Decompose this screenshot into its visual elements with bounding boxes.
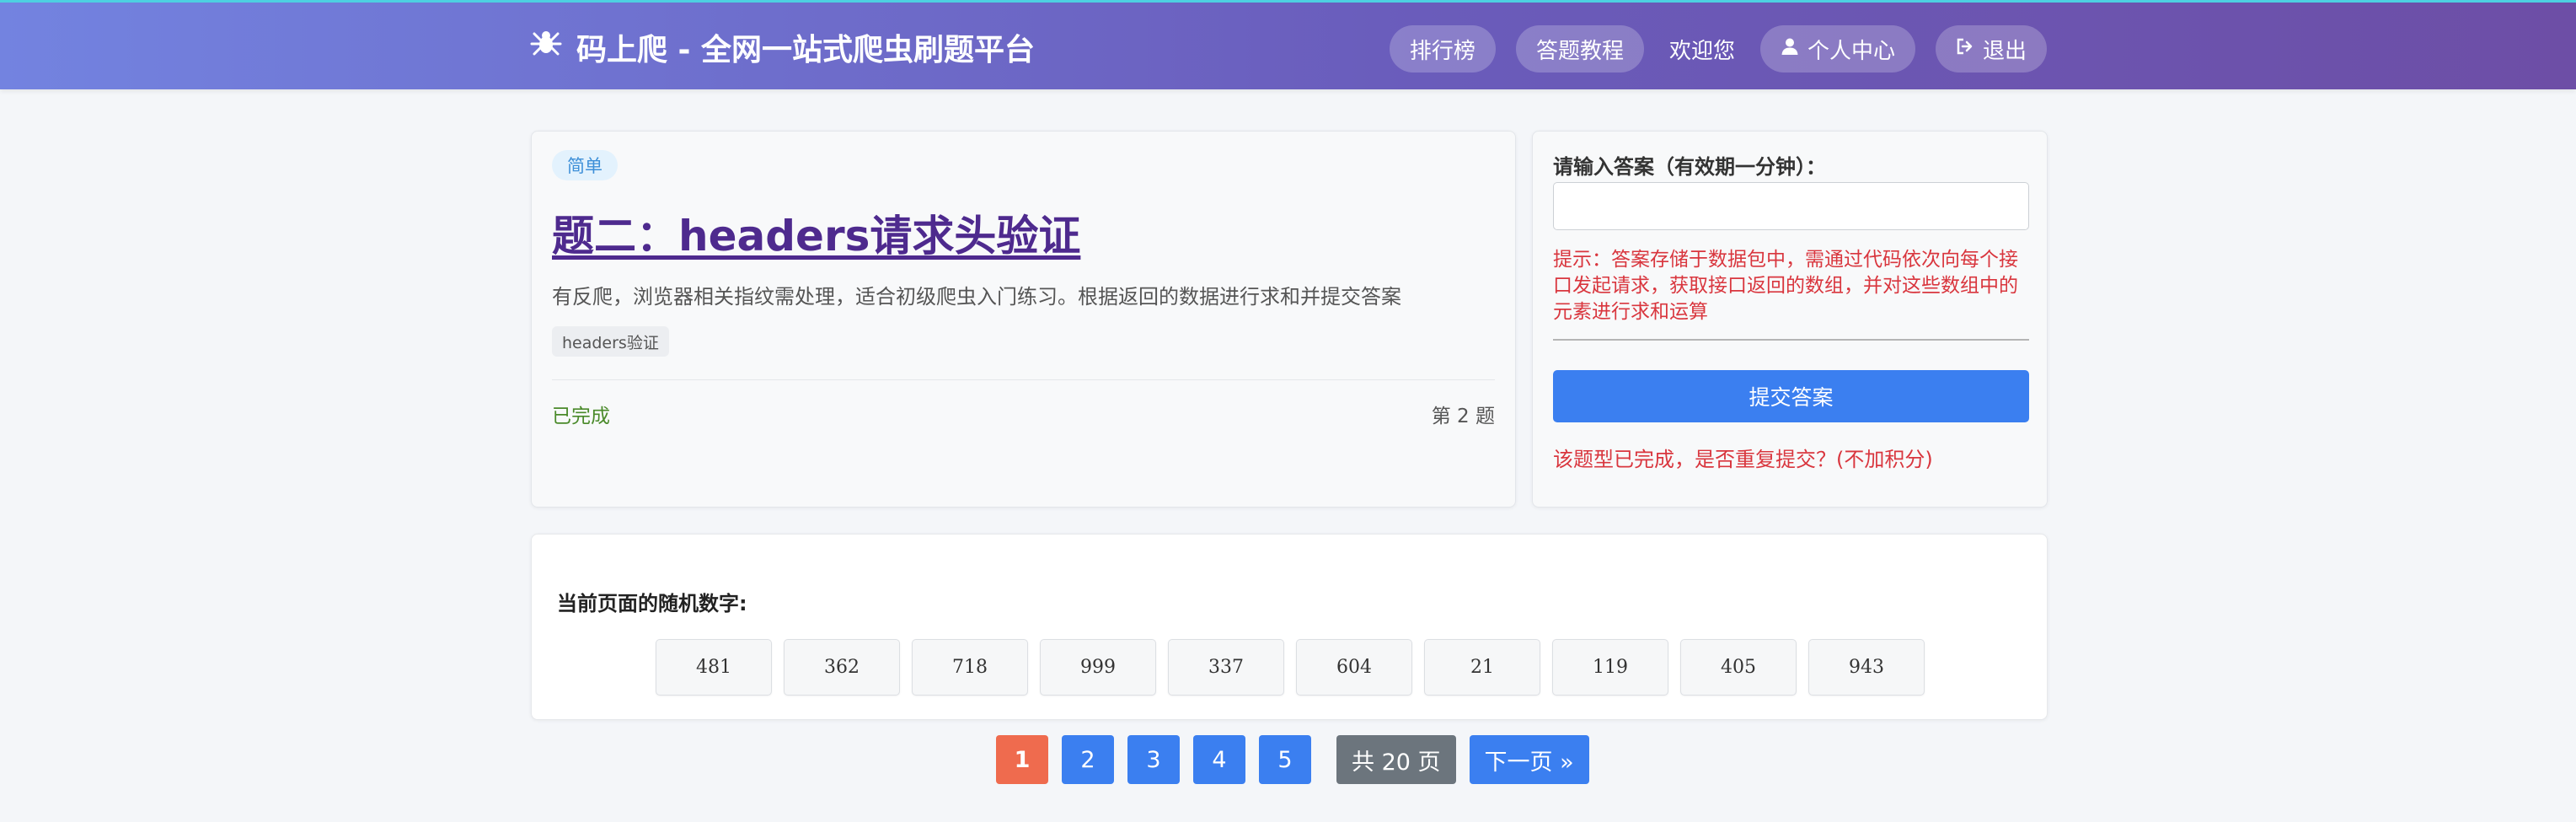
card-divider	[552, 379, 1495, 380]
random-number: 119	[1552, 639, 1668, 696]
nav-links: 排行榜 答题教程 欢迎您 个人中心 退出	[1389, 25, 2047, 73]
brand[interactable]: 码上爬 - 全网一站式爬虫刷题平台	[529, 26, 1035, 68]
nav-profile-button[interactable]: 个人中心	[1759, 25, 1915, 73]
random-number: 999	[1040, 639, 1156, 696]
random-number: 362	[784, 639, 900, 696]
sign-out-icon	[1956, 36, 1974, 62]
page-2-button[interactable]: 2	[1062, 735, 1114, 784]
answer-input[interactable]	[1553, 182, 2029, 230]
nav-logout-label: 退出	[1982, 38, 2027, 64]
task-title-link[interactable]: 题二：headers请求头验证	[552, 202, 1080, 263]
user-icon	[1781, 36, 1799, 62]
random-number: 21	[1424, 639, 1540, 696]
random-number: 337	[1168, 639, 1284, 696]
nav-logout-button[interactable]: 退出	[1935, 25, 2047, 73]
page-1-button[interactable]: 1	[996, 735, 1048, 784]
random-number: 604	[1296, 639, 1412, 696]
repeat-submit-message: 该题型已完成，是否重复提交？(不加积分)	[1553, 448, 1933, 471]
nav-tutorial-button[interactable]: 答题教程	[1515, 25, 1644, 73]
task-card: 简单 题二：headers请求头验证 有反爬，浏览器相关指纹需处理，适合初级爬虫…	[531, 131, 1516, 508]
difficulty-badge: 简单	[552, 150, 618, 180]
brand-title: 码上爬 - 全网一站式爬虫刷题平台	[576, 33, 1036, 67]
task-status: 已完成	[552, 406, 610, 427]
nav-profile-label: 个人中心	[1807, 38, 1895, 64]
random-number: 718	[912, 639, 1028, 696]
task-tag: headers验证	[552, 326, 669, 357]
navbar: 码上爬 - 全网一站式爬虫刷题平台 排行榜 答题教程 欢迎您 个人中心 退出	[0, 0, 2576, 89]
answer-card: 请输入答案（有效期一分钟）： 提示：答案存储于数据包中，需通过代码依次向每个接口…	[1532, 131, 2048, 508]
hint-divider	[1553, 339, 2029, 341]
answer-label: 请输入答案（有效期一分钟）：	[1553, 155, 1826, 179]
welcome-text: 欢迎您	[1668, 38, 1735, 64]
submit-answer-button[interactable]: 提交答案	[1553, 370, 2029, 422]
page-5-button[interactable]: 5	[1259, 735, 1311, 784]
nav-ranking-button[interactable]: 排行榜	[1389, 25, 1496, 73]
random-numbers-list: 481 362 718 999 337 604 21 119 405 943	[656, 639, 1925, 696]
random-number: 481	[656, 639, 772, 696]
task-number: 第 2 题	[1431, 406, 1495, 427]
spider-icon	[529, 27, 563, 68]
next-page-button[interactable]: 下一页 »	[1469, 735, 1589, 784]
pagination: 1 2 3 4 5 共 20 页 下一页 »	[996, 735, 1589, 784]
task-description: 有反爬，浏览器相关指纹需处理，适合初级爬虫入门练习。根据返回的数据进行求和并提交…	[552, 285, 1401, 309]
random-numbers-label: 当前页面的随机数字:	[557, 592, 747, 615]
random-number: 405	[1680, 639, 1797, 696]
answer-hint: 提示：答案存储于数据包中，需通过代码依次向每个接口发起请求，获取接口返回的数组，…	[1553, 249, 2018, 323]
random-numbers-card: 当前页面的随机数字: 481 362 718 999 337 604 21 11…	[531, 534, 2048, 720]
nav-ranking-label: 排行榜	[1409, 38, 1475, 64]
page-4-button[interactable]: 4	[1193, 735, 1245, 784]
random-number: 943	[1808, 639, 1925, 696]
page-total: 共 20 页	[1336, 735, 1456, 784]
page-3-button[interactable]: 3	[1127, 735, 1180, 784]
nav-tutorial-label: 答题教程	[1535, 38, 1624, 64]
